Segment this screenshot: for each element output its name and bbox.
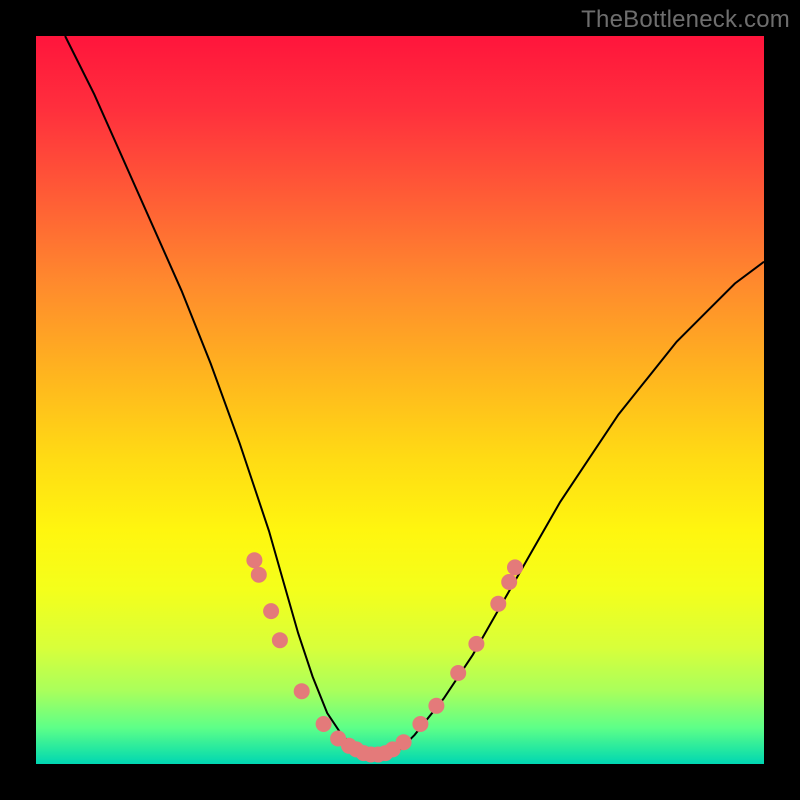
- marker-dot: [316, 716, 332, 732]
- marker-dot: [294, 683, 310, 699]
- marker-dot: [272, 632, 288, 648]
- marker-dot: [246, 552, 262, 568]
- marker-dot: [501, 574, 517, 590]
- marker-dot: [507, 559, 523, 575]
- chart-frame: TheBottleneck.com: [0, 0, 800, 800]
- bottleneck-curve: [65, 36, 764, 757]
- marker-dot: [450, 665, 466, 681]
- marker-dot: [490, 596, 506, 612]
- marker-dot: [428, 698, 444, 714]
- marker-dot: [468, 636, 484, 652]
- marker-dot: [251, 567, 267, 583]
- highlight-dots: [246, 552, 523, 762]
- marker-dot: [263, 603, 279, 619]
- marker-dot: [396, 734, 412, 750]
- marker-dot: [412, 716, 428, 732]
- watermark-text: TheBottleneck.com: [581, 6, 790, 34]
- curve-svg: [36, 36, 764, 764]
- plot-area: [36, 36, 764, 764]
